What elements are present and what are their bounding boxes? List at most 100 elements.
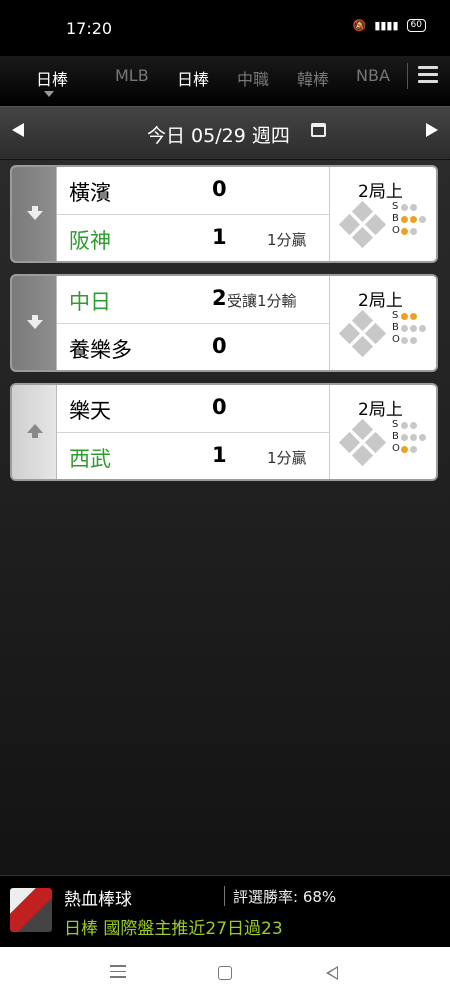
sbo-dot — [401, 312, 408, 320]
game-status: 2局上 S B O — [329, 385, 436, 479]
ad-message: 日棒 國際盤主推近27日過23 — [64, 919, 283, 939]
away-team-name: 中日 — [69, 290, 111, 314]
status-icons: 🔕 ▮▮▮▮ 60 — [353, 19, 426, 32]
sbo-row-b: B — [392, 431, 428, 443]
sbo-dot — [410, 445, 417, 453]
mute-icon: 🔕 — [352, 19, 367, 32]
date-bar: 今日 05/29 週四 — [0, 106, 450, 160]
back-icon[interactable] — [326, 966, 338, 980]
sbo-row-s: S — [392, 201, 428, 213]
away-score: 0 — [212, 395, 227, 419]
game-card[interactable]: 中日 2 受讓1分輸養樂多 0 2局上 S B O — [10, 274, 438, 372]
away-bet-note: 受讓1分輸 — [227, 292, 297, 310]
home-bet-note: 1分贏 — [267, 231, 307, 249]
league-nav: 日棒 MLB 日棒 中職 韓棒 NBA — [0, 56, 450, 106]
sbo-dot — [410, 203, 417, 211]
home-team-row: 西武 1 1分贏 — [57, 433, 329, 479]
sbo-dot — [410, 215, 417, 223]
sbo-dot — [419, 324, 426, 332]
sbo-dot — [401, 433, 408, 441]
home-score: 1 — [212, 225, 227, 249]
inning-label: 2局上 — [358, 291, 403, 311]
date-label[interactable]: 今日 05/29 週四 — [147, 121, 290, 148]
tab-npb[interactable]: 日棒 — [177, 66, 209, 90]
sbo-indicator: SBO — [392, 419, 428, 455]
sbo-indicator: SBO — [392, 201, 428, 237]
expand-toggle[interactable] — [12, 276, 57, 370]
prev-day-arrow-icon[interactable] — [12, 123, 24, 137]
sbo-dot — [419, 433, 426, 441]
current-league-label[interactable]: 日棒 — [36, 66, 68, 90]
sbo-dot — [410, 227, 417, 235]
sbo-row-b: B — [392, 322, 428, 334]
expand-toggle[interactable] — [12, 385, 57, 479]
tab-mlb[interactable]: MLB — [115, 66, 149, 85]
sbo-row-b: B — [392, 213, 428, 225]
sbo-indicator: SBO — [392, 310, 428, 346]
sbo-dot — [419, 215, 426, 223]
home-score: 1 — [212, 443, 227, 467]
game-status: 2局上 S B O — [329, 167, 436, 261]
status-bar: 17:20 🔕 ▮▮▮▮ 60 — [0, 0, 450, 56]
game-card[interactable]: 橫濱 0 阪神 1 1分贏 2局上 S B O — [10, 165, 438, 263]
next-day-arrow-icon[interactable] — [426, 123, 438, 137]
away-score: 0 — [212, 177, 227, 201]
sbo-dot — [401, 336, 408, 344]
home-score: 0 — [212, 334, 227, 358]
sbo-row-s: S — [392, 419, 428, 431]
expand-toggle[interactable] — [12, 167, 57, 261]
away-team-row: 中日 2 受讓1分輸 — [57, 276, 329, 324]
arrow-down-icon — [27, 206, 43, 220]
arrow-down-icon — [27, 315, 43, 329]
sbo-dot — [401, 421, 408, 429]
sbo-dot — [401, 227, 408, 235]
sbo-dot — [410, 336, 417, 344]
sbo-dot — [401, 445, 408, 453]
dropdown-arrow-icon[interactable] — [44, 91, 54, 97]
away-score: 2 — [212, 286, 227, 310]
home-team-name: 阪神 — [69, 229, 111, 253]
inning-label: 2局上 — [358, 182, 403, 202]
battery-icon: 60 — [406, 19, 426, 32]
home-team-row: 阪神 1 1分贏 — [57, 215, 329, 261]
ad-win-rate: 評選勝率: 68% — [233, 888, 337, 906]
sbo-dot — [401, 215, 408, 223]
ad-banner[interactable]: 熱血棒球 評選勝率: 68% 日棒 國際盤主推近27日過23 — [0, 875, 450, 948]
tab-cpbl[interactable]: 中職 — [237, 66, 269, 90]
recent-apps-icon[interactable] — [110, 965, 126, 982]
sbo-row-o: O — [392, 334, 428, 346]
home-team-name: 養樂多 — [69, 338, 132, 362]
menu-icon[interactable] — [418, 66, 438, 84]
sbo-row-s: S — [392, 310, 428, 322]
sbo-dot — [410, 312, 417, 320]
tab-nba[interactable]: NBA — [356, 66, 390, 85]
home-bet-note: 1分贏 — [267, 449, 307, 467]
sbo-dot — [401, 324, 408, 332]
away-team-name: 樂天 — [69, 399, 111, 423]
sbo-dot — [410, 324, 417, 332]
game-status: 2局上 S B O — [329, 276, 436, 370]
bases-diamond-icon — [338, 418, 388, 467]
home-team-row: 養樂多 0 — [57, 324, 329, 370]
home-team-name: 西武 — [69, 447, 111, 471]
tab-kbo[interactable]: 韓棒 — [297, 66, 329, 90]
ad-divider — [224, 886, 225, 906]
home-icon[interactable] — [218, 966, 232, 980]
inning-label: 2局上 — [358, 400, 403, 420]
sbo-dot — [410, 421, 417, 429]
sbo-row-o: O — [392, 443, 428, 455]
arrow-up-icon — [27, 424, 43, 438]
away-team-name: 橫濱 — [69, 181, 111, 205]
game-card[interactable]: 樂天 0 西武 1 1分贏 2局上 S B O — [10, 383, 438, 481]
bases-diamond-icon — [338, 200, 388, 249]
status-time: 17:20 — [66, 19, 113, 38]
ad-title: 熱血棒球 — [64, 890, 132, 910]
sbo-dot — [401, 203, 408, 211]
ad-thumbnail — [10, 888, 52, 932]
signal-icon: ▮▮▮▮ — [374, 19, 399, 32]
calendar-icon[interactable] — [311, 123, 326, 137]
sbo-dot — [410, 433, 417, 441]
bases-diamond-icon — [338, 309, 388, 358]
away-team-row: 樂天 0 — [57, 385, 329, 433]
nav-divider — [407, 63, 408, 89]
